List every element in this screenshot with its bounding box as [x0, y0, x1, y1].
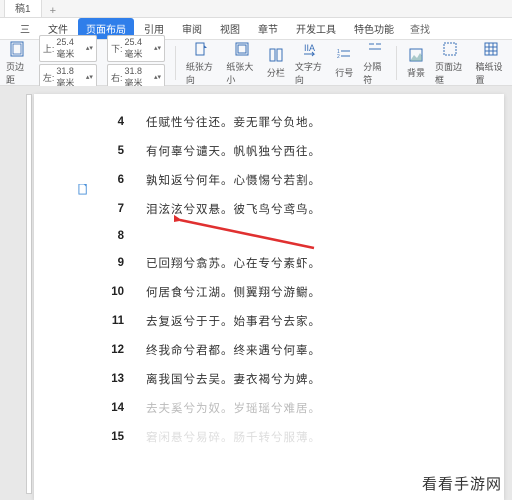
background-icon: [407, 46, 425, 64]
menu-special[interactable]: 特色功能: [346, 18, 402, 39]
search-label: 查找: [410, 21, 430, 36]
text-line[interactable]: 11 去复返兮于于。始事君兮去家。: [104, 313, 458, 329]
paper-size-icon: [233, 40, 251, 58]
text-line[interactable]: 8: [104, 230, 458, 242]
margins-button[interactable]: 页边距: [6, 40, 29, 86]
svg-text:2: 2: [337, 54, 340, 60]
columns-button[interactable]: 分栏: [267, 46, 285, 79]
margin-right-icon: 右:: [111, 71, 123, 84]
text-line[interactable]: 15 窘闲悬兮易碎。肠千转兮服薄。: [104, 429, 458, 445]
search-box[interactable]: 查找: [408, 21, 430, 36]
doc-tab[interactable]: 稿1: [4, 0, 42, 17]
orientation-button[interactable]: 纸张方向: [186, 40, 216, 86]
svg-text:IIA: IIA: [304, 43, 315, 53]
text-line[interactable]: 7 泪泫泫兮双悬。彼飞鸟兮鸢鸟。: [104, 201, 458, 217]
line-number: 11: [104, 315, 124, 327]
line-number: 10: [104, 286, 124, 298]
margin-right-group: 下:25.4 毫米▴▾ 右:31.8 毫米▴▾: [107, 35, 165, 91]
text-direction-icon: IIA: [301, 40, 319, 58]
line-text: 有何辜兮谴天。帆帆独兮西往。: [146, 143, 321, 159]
line-text: 窘闲悬兮易碎。肠千转兮服薄。: [146, 429, 321, 445]
text-line[interactable]: 10 何居食兮江湖。侧翼翔兮游鳚。: [104, 284, 458, 300]
page-area: 4 任赋性兮往还。妾无罪兮负地。 5 有何辜兮谴天。帆帆独兮西往。 6 孰知返兮何年。…: [0, 86, 512, 500]
spinner-icon: ▴▾: [154, 73, 161, 81]
text-line[interactable]: 9 已回翔兮翕苏。心在专兮素虾。: [104, 255, 458, 271]
line-text: 何居食兮江湖。侧翼翔兮游鳚。: [146, 284, 321, 300]
line-text: 去复返兮于于。始事君兮去家。: [146, 313, 321, 329]
watermark: 看看手游网: [422, 473, 502, 494]
page-border-icon: [441, 40, 459, 58]
paper-size-button[interactable]: 纸张大小: [226, 40, 256, 86]
document-page[interactable]: 4 任赋性兮往还。妾无罪兮负地。 5 有何辜兮谴天。帆帆独兮西往。 6 孰知返兮何年。…: [34, 94, 504, 500]
line-number: 8: [104, 230, 124, 242]
document-tabs: 稿1 +: [0, 0, 512, 18]
text-line[interactable]: 6 孰知返兮何年。心慑惕兮若割。: [104, 172, 458, 188]
columns-icon: [267, 46, 285, 64]
breaks-button[interactable]: 分隔符: [363, 40, 386, 86]
line-number: 7: [104, 203, 124, 215]
grid-icon: [482, 40, 500, 58]
ribbon: 页边距 上:25.4 毫米▴▾ 左:31.8 毫米▴▾ 下:25.4 毫米▴▾ …: [0, 40, 512, 86]
margins-icon: [8, 40, 26, 58]
margin-top-icon: 上:: [43, 42, 55, 55]
line-text: 泪泫泫兮双悬。彼飞鸟兮鸢鸟。: [146, 201, 321, 217]
orientation-icon: [192, 40, 210, 58]
line-number: 4: [104, 116, 124, 128]
line-text: 离我国兮去吴。妻衣褐兮为婢。: [146, 371, 321, 387]
text-line[interactable]: 13 离我国兮去吴。妻衣褐兮为婢。: [104, 371, 458, 387]
menu-view[interactable]: 视图: [212, 18, 248, 39]
line-numbers-button[interactable]: 12 行号: [335, 46, 353, 79]
spinner-icon: ▴▾: [86, 44, 93, 52]
page-border-button[interactable]: 页面边框: [435, 40, 465, 86]
breaks-icon: [366, 40, 384, 58]
spinner-icon: ▴▾: [154, 44, 161, 52]
margin-bottom-icon: 下:: [111, 42, 123, 55]
line-number: 9: [104, 257, 124, 269]
menu-devtools[interactable]: 开发工具: [288, 18, 344, 39]
line-text: 终我命兮君都。终来遇兮何辜。: [146, 342, 321, 358]
text-line[interactable]: 12 终我命兮君都。终来遇兮何辜。: [104, 342, 458, 358]
text-line[interactable]: 14 去夫奚兮为奴。岁瑶瑶兮难居。: [104, 400, 458, 416]
line-number: 14: [104, 402, 124, 414]
line-text: 已回翔兮翕苏。心在专兮素虾。: [146, 255, 321, 271]
menu-chapter[interactable]: 章节: [250, 18, 286, 39]
line-text: 去夫奚兮为奴。岁瑶瑶兮难居。: [146, 400, 321, 416]
text-direction-button[interactable]: IIA 文字方向: [295, 40, 325, 86]
menu-review[interactable]: 审阅: [174, 18, 210, 39]
background-button[interactable]: 背景: [407, 46, 425, 79]
add-tab-button[interactable]: +: [44, 5, 62, 17]
spinner-icon: ▴▾: [86, 73, 93, 81]
ribbon-separator: [396, 46, 397, 80]
line-number: 12: [104, 344, 124, 356]
menu-hamburger[interactable]: 三: [12, 18, 38, 39]
line-text: 任赋性兮往还。妾无罪兮负地。: [146, 114, 321, 130]
bookmark-icon: [78, 182, 89, 193]
text-line[interactable]: 5 有何辜兮谴天。帆帆独兮西往。: [104, 143, 458, 159]
margin-top-bottom: 上:25.4 毫米▴▾ 左:31.8 毫米▴▾: [39, 35, 97, 91]
text-line[interactable]: 4 任赋性兮往还。妾无罪兮负地。: [104, 114, 458, 130]
margin-left-icon: 左:: [43, 71, 55, 84]
paper-grid-button[interactable]: 稿纸设置: [476, 40, 506, 86]
line-text: 孰知返兮何年。心慑惕兮若割。: [146, 172, 321, 188]
line-number: 15: [104, 431, 124, 443]
line-number: 13: [104, 373, 124, 385]
ribbon-separator: [175, 46, 176, 80]
vertical-ruler[interactable]: [26, 94, 32, 494]
margin-top-input[interactable]: 上:25.4 毫米▴▾: [39, 35, 97, 62]
line-numbers-icon: 12: [335, 46, 353, 64]
line-number: 5: [104, 145, 124, 157]
line-number: 6: [104, 174, 124, 186]
margin-bottom-input[interactable]: 下:25.4 毫米▴▾: [107, 35, 165, 62]
